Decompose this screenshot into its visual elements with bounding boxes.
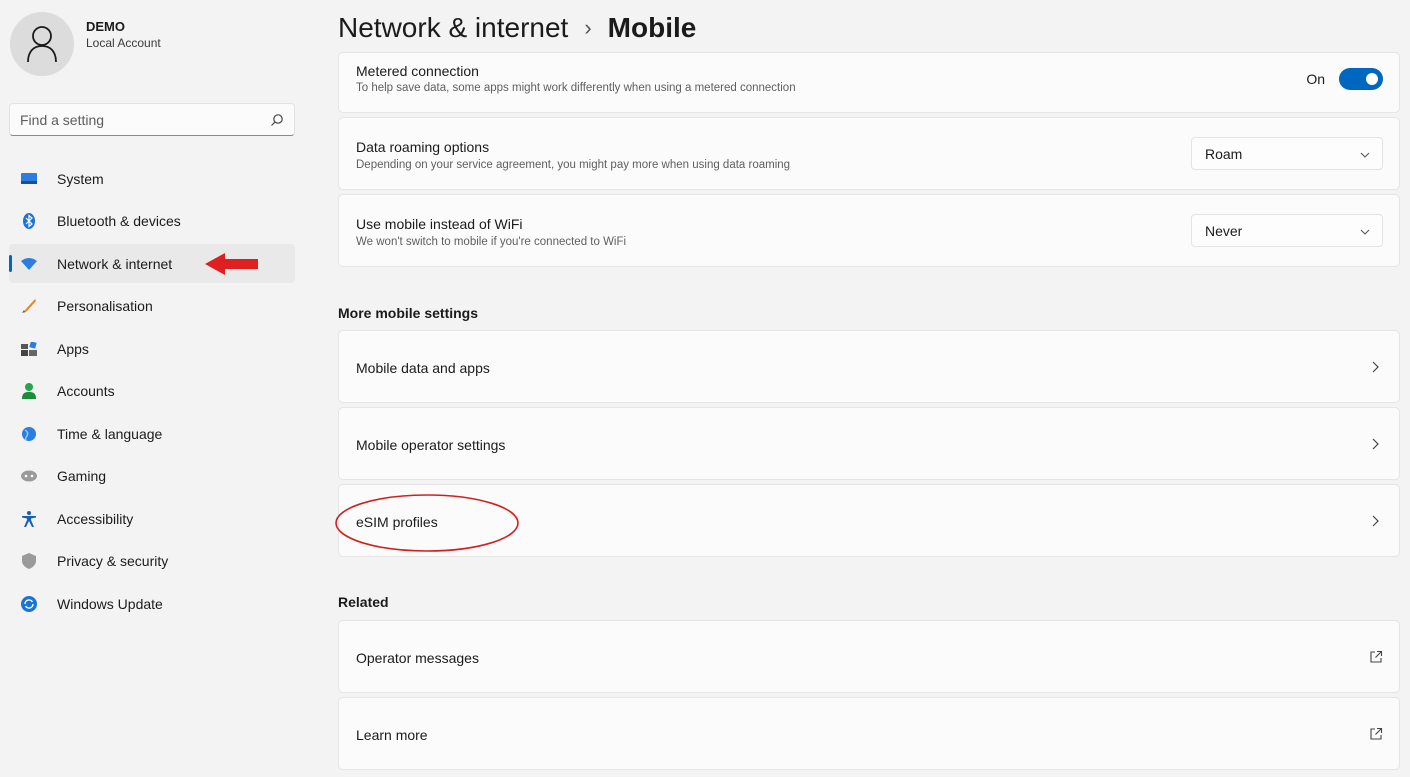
row-label: Mobile data and apps xyxy=(356,360,490,376)
chevron-right-icon xyxy=(1369,361,1381,373)
sidebar-item-privacy[interactable]: Privacy & security xyxy=(9,542,295,581)
mobile-instead-of-wifi-dropdown[interactable]: Never xyxy=(1191,214,1383,247)
data-roaming-description: Depending on your service agreement, you… xyxy=(356,159,791,171)
page-title: Network & internet › Mobile xyxy=(338,12,696,44)
related-heading: Related xyxy=(338,594,389,610)
data-roaming-dropdown[interactable]: Roam xyxy=(1191,137,1383,170)
profile-account-type: Local Account xyxy=(86,35,161,50)
esim-profiles-row[interactable]: eSIM profiles xyxy=(338,484,1400,557)
system-icon xyxy=(21,171,37,187)
mobile-instead-of-wifi-description: We won't switch to mobile if you're conn… xyxy=(356,236,627,248)
sidebar-item-label: Windows Update xyxy=(57,595,163,612)
sidebar: DEMO Local Account Find a setting System… xyxy=(0,0,310,777)
search-placeholder: Find a setting xyxy=(20,111,105,128)
chevron-down-icon xyxy=(1360,150,1370,160)
data-roaming-card: Data roaming options Depending on your s… xyxy=(338,117,1400,190)
metered-connection-card: Metered connection To help save data, so… xyxy=(338,52,1400,113)
mobile-instead-of-wifi-card: Use mobile instead of WiFi We won't swit… xyxy=(338,194,1400,267)
row-label: Learn more xyxy=(356,727,428,743)
sidebar-item-gaming[interactable]: Gaming xyxy=(9,457,295,496)
apps-icon xyxy=(21,341,37,357)
person-icon xyxy=(27,26,57,63)
sidebar-item-label: Bluetooth & devices xyxy=(57,213,181,229)
annotation-arrow-icon xyxy=(205,253,258,275)
more-mobile-settings-heading: More mobile settings xyxy=(338,305,479,321)
brush-icon xyxy=(21,298,37,314)
row-label: eSIM profiles xyxy=(356,514,438,530)
sidebar-item-windows-update[interactable]: Windows Update xyxy=(9,584,295,623)
breadcrumb-current: Mobile xyxy=(607,12,697,43)
chevron-down-icon xyxy=(1360,227,1370,237)
shield-icon xyxy=(21,553,37,569)
globe-icon xyxy=(21,426,37,442)
sidebar-item-apps[interactable]: Apps xyxy=(9,329,295,368)
external-link-icon xyxy=(1369,727,1383,741)
wifi-icon xyxy=(21,256,37,272)
sidebar-nav: System Bluetooth & devices Network & int… xyxy=(9,159,295,627)
search-input[interactable]: Find a setting xyxy=(9,103,295,136)
mobile-instead-of-wifi-label: Use mobile instead of WiFi xyxy=(356,216,523,232)
sidebar-item-accessibility[interactable]: Accessibility xyxy=(9,499,295,538)
sidebar-item-network[interactable]: Network & internet xyxy=(9,244,295,283)
active-indicator xyxy=(9,255,12,272)
chevron-right-icon xyxy=(1369,438,1381,450)
profile-name: DEMO xyxy=(86,18,125,34)
user-profile[interactable]: DEMO Local Account xyxy=(10,12,161,76)
accessibility-icon xyxy=(21,510,37,527)
update-icon xyxy=(21,595,37,612)
avatar[interactable] xyxy=(10,12,74,76)
row-label: Mobile operator settings xyxy=(356,437,506,453)
mobile-operator-settings-row[interactable]: Mobile operator settings xyxy=(338,407,1400,480)
row-label: Operator messages xyxy=(356,650,479,666)
gamepad-icon xyxy=(21,468,37,484)
learn-more-row[interactable]: Learn more xyxy=(338,697,1400,770)
metered-toggle-state: On xyxy=(1306,71,1325,87)
sidebar-item-time-language[interactable]: Time & language xyxy=(9,414,295,453)
metered-connection-description: To help save data, some apps might work … xyxy=(356,82,796,94)
metered-connection-toggle[interactable] xyxy=(1339,68,1383,90)
operator-messages-row[interactable]: Operator messages xyxy=(338,620,1400,693)
breadcrumb-separator: › xyxy=(584,15,592,40)
sidebar-item-label: Time & language xyxy=(57,425,163,442)
sidebar-item-label: Personalisation xyxy=(57,298,153,314)
search-icon[interactable] xyxy=(270,113,284,127)
chevron-right-icon xyxy=(1369,515,1381,527)
mobile-instead-of-wifi-value: Never xyxy=(1205,222,1243,239)
sidebar-item-label: Gaming xyxy=(57,468,107,484)
sidebar-item-label: Accessibility xyxy=(57,510,134,527)
sidebar-item-label: System xyxy=(57,170,104,187)
sidebar-item-label: Accounts xyxy=(57,383,115,399)
sidebar-item-bluetooth[interactable]: Bluetooth & devices xyxy=(9,202,295,241)
bluetooth-icon xyxy=(21,213,37,229)
sidebar-item-accounts[interactable]: Accounts xyxy=(9,372,295,411)
data-roaming-label: Data roaming options xyxy=(356,139,490,155)
sidebar-item-personalisation[interactable]: Personalisation xyxy=(9,287,295,326)
external-link-icon xyxy=(1369,650,1383,664)
breadcrumb-parent[interactable]: Network & internet xyxy=(338,12,568,44)
mobile-data-and-apps-row[interactable]: Mobile data and apps xyxy=(338,330,1400,403)
sidebar-item-label: Privacy & security xyxy=(57,553,169,569)
metered-connection-label: Metered connection xyxy=(356,63,479,79)
sidebar-item-label: Apps xyxy=(57,340,89,357)
sidebar-item-label: Network & internet xyxy=(57,255,173,272)
data-roaming-value: Roam xyxy=(1205,145,1243,162)
sidebar-item-system[interactable]: System xyxy=(9,159,295,198)
accounts-icon xyxy=(21,383,37,399)
